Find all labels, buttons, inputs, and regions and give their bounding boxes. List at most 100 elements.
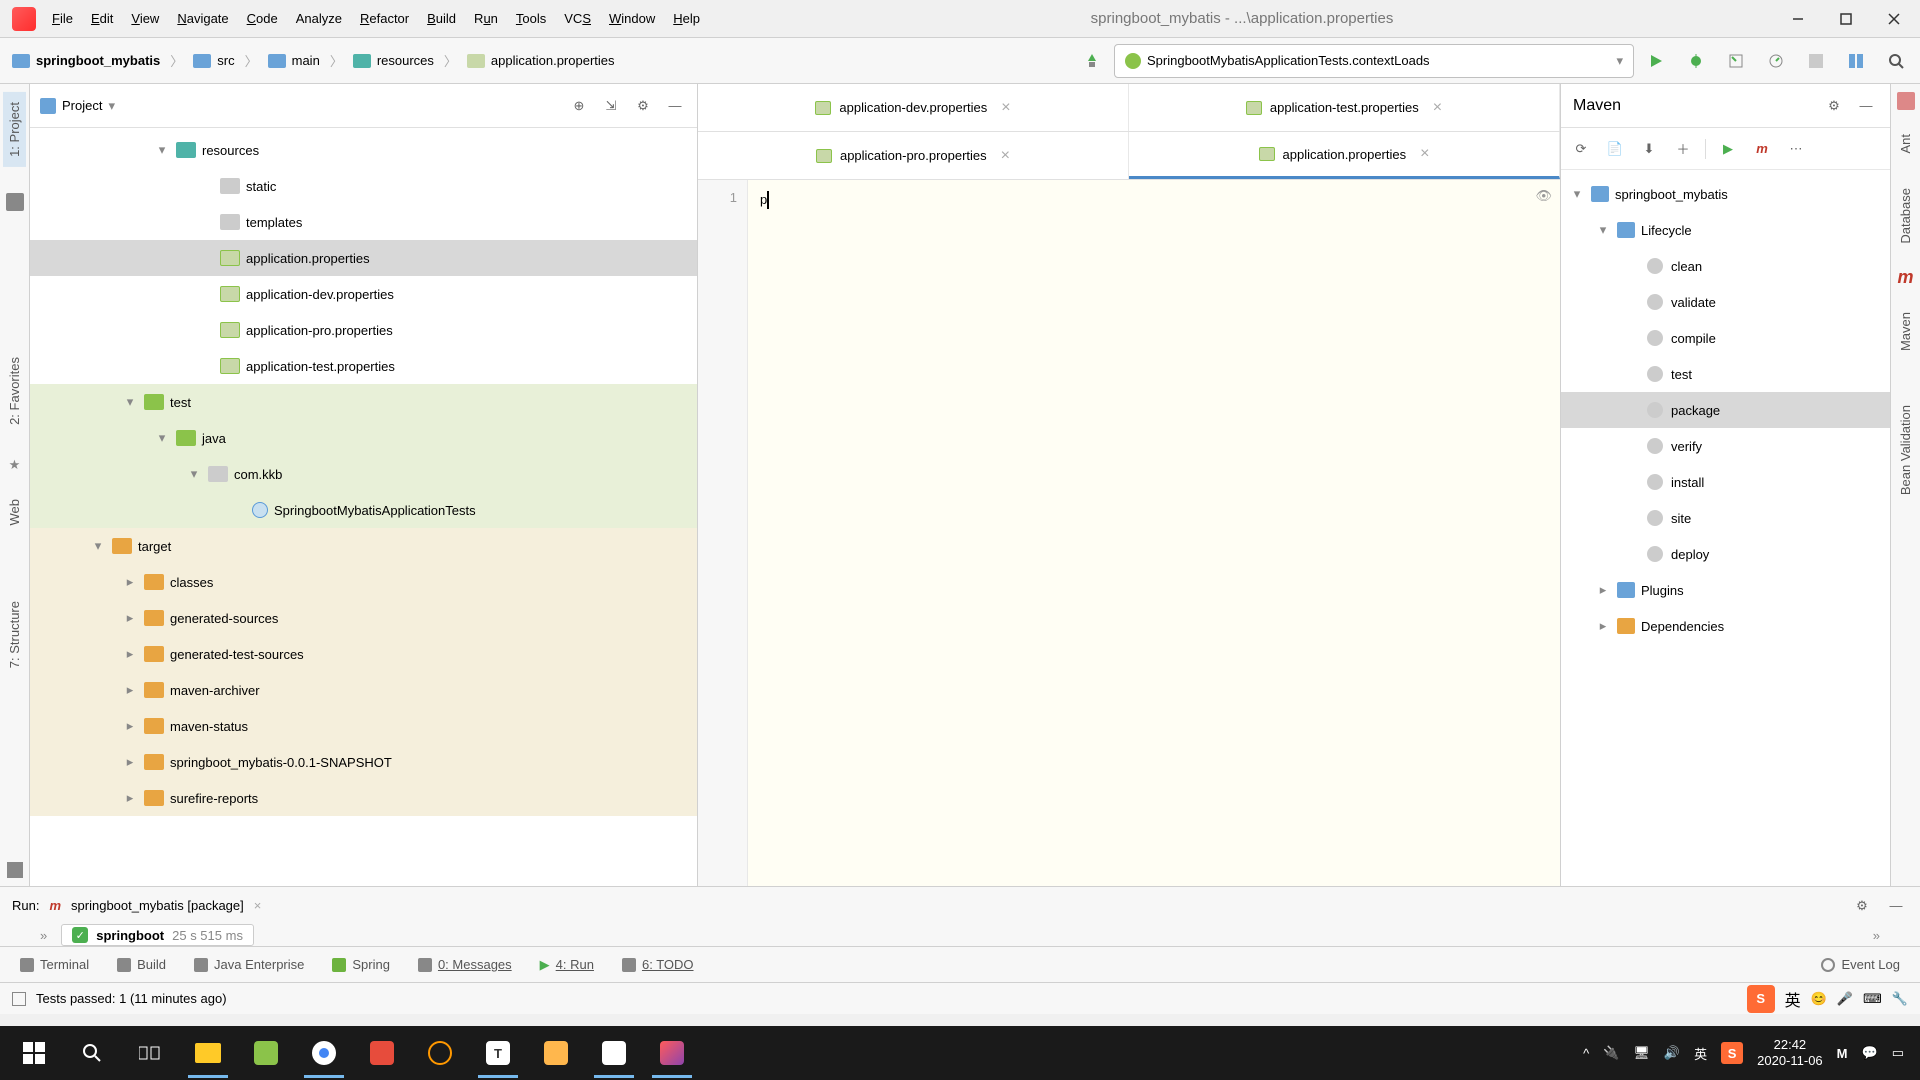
intellij-button[interactable]	[644, 1028, 700, 1078]
tab-build[interactable]: Build	[107, 953, 176, 976]
tab-app-test[interactable]: application-test.properties×	[1129, 84, 1560, 131]
editor-body[interactable]: 1 p 👁	[698, 180, 1560, 886]
node-snapshot[interactable]: ▸springboot_mybatis-0.0.1-SNAPSHOT	[30, 744, 697, 780]
hide-icon[interactable]: —	[1884, 894, 1908, 918]
run-config-name[interactable]: springboot_mybatis [package]	[71, 898, 244, 913]
node-app-test[interactable]: application-test.properties	[30, 348, 697, 384]
node-app-props[interactable]: application.properties	[30, 240, 697, 276]
start-button[interactable]	[6, 1028, 62, 1078]
menu-refactor[interactable]: Refactor	[352, 7, 417, 30]
layout-button[interactable]	[1838, 44, 1874, 78]
tray-clock[interactable]: 22:42 2020-11-06	[1757, 1037, 1823, 1068]
close-icon[interactable]: ×	[1433, 99, 1442, 117]
search-button[interactable]	[64, 1028, 120, 1078]
tab-ant[interactable]: Ant	[1894, 124, 1917, 164]
run-maven-icon[interactable]: ▶	[1716, 137, 1740, 161]
maximize-button[interactable]	[1824, 4, 1868, 34]
emoji-icon[interactable]: 😊	[1811, 991, 1827, 1007]
hide-icon[interactable]: —	[663, 94, 687, 118]
maven-plugins[interactable]: ▸Plugins	[1561, 572, 1890, 608]
tab-project[interactable]: 1: Project	[3, 92, 26, 167]
crumb-src[interactable]: src	[187, 49, 240, 72]
download-icon[interactable]: ⬇	[1637, 137, 1661, 161]
crumb-resources[interactable]: resources	[347, 49, 440, 72]
hide-icon[interactable]: —	[1854, 94, 1878, 118]
app1-button[interactable]	[238, 1028, 294, 1078]
menu-analyze[interactable]: Analyze	[288, 7, 350, 30]
tray-notif1[interactable]: M	[1837, 1046, 1848, 1061]
goal-install[interactable]: install	[1561, 464, 1890, 500]
node-surefire[interactable]: ▸surefire-reports	[30, 780, 697, 816]
crumb-project[interactable]: springboot_mybatis	[6, 49, 166, 72]
close-icon[interactable]: ×	[1001, 147, 1010, 165]
ant-icon[interactable]	[1897, 92, 1915, 110]
goal-compile[interactable]: compile	[1561, 320, 1890, 356]
menu-code[interactable]: Code	[239, 7, 286, 30]
close-icon[interactable]: ×	[1420, 145, 1429, 163]
menu-run[interactable]: Run	[466, 7, 506, 30]
explorer-button[interactable]	[180, 1028, 236, 1078]
add-icon[interactable]: ＋	[1671, 137, 1695, 161]
node-static[interactable]: static	[30, 168, 697, 204]
tab-maven-label[interactable]: Maven	[1894, 302, 1917, 361]
tab-run[interactable]: ▶4: Run	[530, 953, 604, 977]
locate-icon[interactable]: ⊕	[567, 94, 591, 118]
maven-root[interactable]: ▾springboot_mybatis	[1561, 176, 1890, 212]
tab-structure[interactable]: 7: Structure	[3, 591, 26, 678]
menu-navigate[interactable]: Navigate	[169, 7, 236, 30]
node-classes[interactable]: ▸classes	[30, 564, 697, 600]
refresh-icon[interactable]: ⟳	[1569, 137, 1593, 161]
bookmark-icon[interactable]	[6, 193, 24, 211]
app3-button[interactable]	[412, 1028, 468, 1078]
gear-icon[interactable]: ⚙	[1850, 894, 1874, 918]
stop-button[interactable]	[1798, 44, 1834, 78]
app2-button[interactable]	[354, 1028, 410, 1078]
tab-app-props[interactable]: application.properties×	[1129, 132, 1560, 179]
debug-button[interactable]	[1678, 44, 1714, 78]
menu-help[interactable]: Help	[665, 7, 708, 30]
tab-bean-validation[interactable]: Bean Validation	[1894, 395, 1917, 505]
tab-app-dev[interactable]: application-dev.properties×	[698, 84, 1129, 131]
node-java[interactable]: ▾java	[30, 420, 697, 456]
node-gen-test-sources[interactable]: ▸generated-test-sources	[30, 636, 697, 672]
close-button[interactable]	[1872, 4, 1916, 34]
node-app-dev[interactable]: application-dev.properties	[30, 276, 697, 312]
app4-button[interactable]: T	[470, 1028, 526, 1078]
code-area[interactable]: p 👁	[748, 180, 1560, 886]
tray-ime[interactable]: 英	[1694, 1044, 1707, 1063]
tab-database[interactable]: Database	[1894, 178, 1917, 254]
tab-event-log[interactable]: Event Log	[1811, 953, 1910, 976]
node-com-kkb[interactable]: ▾com.kkb	[30, 456, 697, 492]
menu-build[interactable]: Build	[419, 7, 464, 30]
tab-app-pro[interactable]: application-pro.properties×	[698, 132, 1129, 179]
tab-java-ee[interactable]: Java Enterprise	[184, 953, 314, 976]
collapse-icon[interactable]	[7, 862, 23, 878]
run-config-selector[interactable]: SpringbootMybatisApplicationTests.contex…	[1114, 44, 1634, 78]
goal-deploy[interactable]: deploy	[1561, 536, 1890, 572]
node-maven-archiver[interactable]: ▸maven-archiver	[30, 672, 697, 708]
status-icon[interactable]	[12, 992, 26, 1006]
node-app-pro[interactable]: application-pro.properties	[30, 312, 697, 348]
tray-notif2[interactable]: 💬	[1862, 1045, 1878, 1061]
m-icon[interactable]: m	[1750, 137, 1774, 161]
menu-window[interactable]: Window	[601, 7, 663, 30]
goal-clean[interactable]: clean	[1561, 248, 1890, 284]
node-templates[interactable]: templates	[30, 204, 697, 240]
menu-vcs[interactable]: VCS	[556, 7, 599, 30]
chrome-button[interactable]	[296, 1028, 352, 1078]
gear-icon[interactable]: ⚙	[1822, 94, 1846, 118]
tray-action-center[interactable]: ▭	[1892, 1045, 1904, 1061]
maven-lifecycle[interactable]: ▾Lifecycle	[1561, 212, 1890, 248]
profile-button[interactable]	[1758, 44, 1794, 78]
ime-indicator[interactable]: 英	[1785, 987, 1801, 1011]
minimize-button[interactable]	[1776, 4, 1820, 34]
tray-display-icon[interactable]: 🖥	[1633, 1045, 1650, 1061]
close-icon[interactable]: ×	[254, 898, 262, 913]
close-icon[interactable]: ×	[1001, 99, 1010, 117]
generate-icon[interactable]: 📄	[1603, 137, 1627, 161]
crumb-file[interactable]: application.properties	[461, 49, 621, 72]
mic-icon[interactable]: 🎤	[1837, 991, 1853, 1007]
maven-dependencies[interactable]: ▸Dependencies	[1561, 608, 1890, 644]
node-test-class[interactable]: SpringbootMybatisApplicationTests	[30, 492, 697, 528]
menu-edit[interactable]: Edit	[83, 7, 121, 30]
